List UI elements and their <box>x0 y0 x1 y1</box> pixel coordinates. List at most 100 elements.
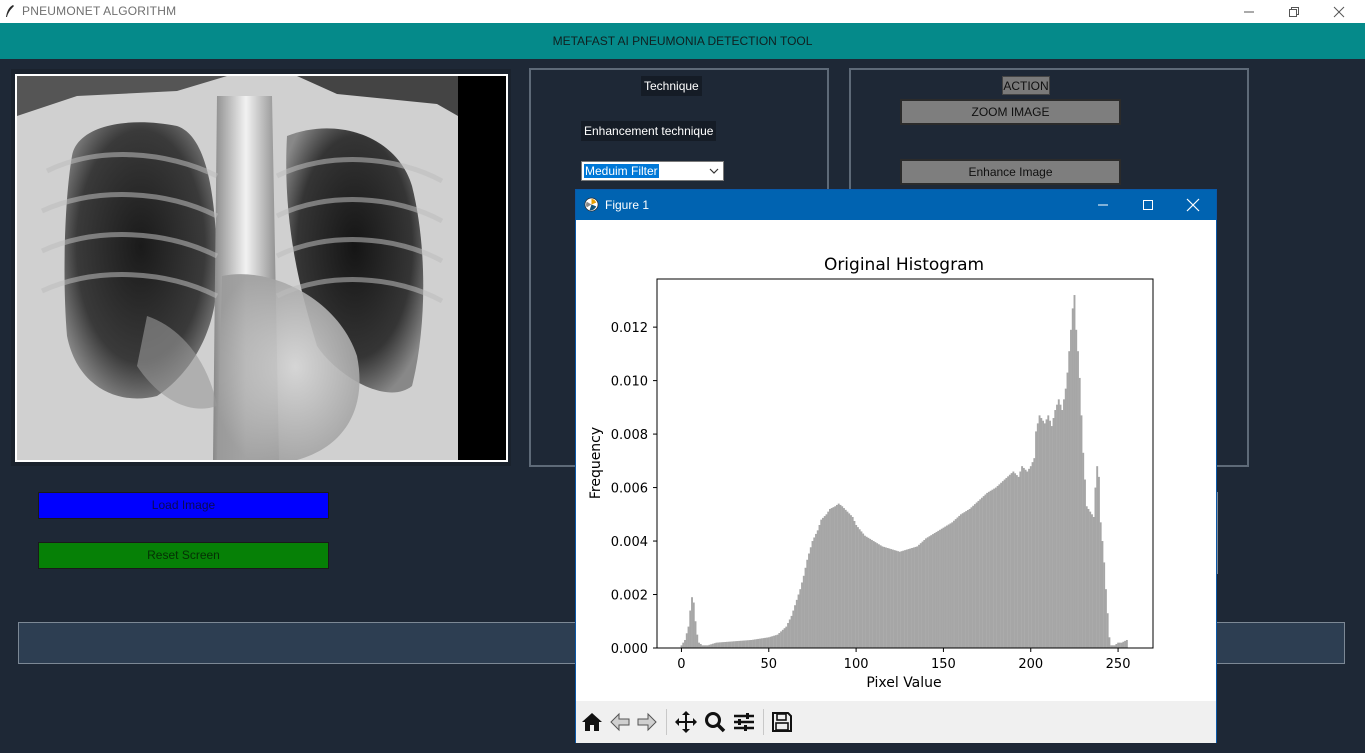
histogram-bar <box>1057 399 1060 648</box>
histogram-bar <box>694 621 697 648</box>
histogram-bar <box>809 547 812 648</box>
forward-arrow-icon[interactable] <box>635 710 659 734</box>
home-icon[interactable] <box>580 710 604 734</box>
histogram-bar <box>774 635 777 648</box>
histogram-bar <box>1077 351 1079 648</box>
save-icon[interactable] <box>770 710 794 734</box>
minimize-icon <box>1243 11 1254 12</box>
histogram-bar <box>897 551 900 648</box>
histogram-bar <box>973 504 976 648</box>
histogram-bar <box>884 547 887 648</box>
feather-app-icon <box>6 5 14 17</box>
histogram-bar <box>1075 329 1078 648</box>
histogram-bar <box>853 520 856 648</box>
histogram-bar <box>771 636 774 648</box>
histogram-bar <box>911 548 914 648</box>
histogram-bar <box>1087 508 1090 648</box>
histogram-bar <box>823 516 826 648</box>
histogram-bar <box>837 503 840 648</box>
histogram-bar <box>856 527 859 648</box>
histogram-bar <box>972 505 975 648</box>
histogram-bar <box>820 519 823 648</box>
zoom-image-button[interactable]: ZOOM IMAGE <box>900 99 1121 125</box>
histogram-bar <box>1108 637 1111 648</box>
figure-minimize-button[interactable] <box>1080 190 1125 220</box>
histogram-bar <box>925 538 927 648</box>
histogram-bar <box>946 525 948 648</box>
matplotlib-icon <box>584 197 599 212</box>
histogram-bar <box>713 643 716 648</box>
histogram-bar <box>776 634 779 648</box>
figure-maximize-button[interactable] <box>1125 190 1170 220</box>
histogram-bar <box>932 534 934 648</box>
histogram-bar <box>712 643 714 648</box>
histogram-bar <box>1085 506 1088 648</box>
histogram-bar <box>753 639 756 648</box>
histogram-bar <box>904 550 907 648</box>
histogram-bar <box>923 539 926 648</box>
enhancement-technique-select[interactable]: Meduim Filter <box>581 161 724 181</box>
configure-subplots-icon[interactable] <box>732 710 756 734</box>
histogram-bar <box>783 628 786 648</box>
histogram-bar <box>1010 473 1013 648</box>
back-arrow-icon[interactable] <box>608 710 632 734</box>
histogram-bar <box>825 514 828 648</box>
histogram-bar <box>1059 404 1062 648</box>
zoom-icon[interactable] <box>703 710 727 734</box>
reset-screen-button[interactable]: Reset Screen <box>38 542 329 569</box>
histogram-bar <box>960 514 962 648</box>
histogram-bar <box>731 641 734 648</box>
histogram-bar <box>1080 415 1083 648</box>
histogram-bar <box>1045 419 1048 648</box>
histogram-bar <box>902 550 905 648</box>
load-image-button[interactable]: Load Image <box>38 492 329 519</box>
histogram-bar <box>794 605 796 648</box>
pan-icon[interactable] <box>674 710 698 734</box>
histogram-bar <box>804 567 807 648</box>
histogram-bar <box>965 511 968 648</box>
histogram-bar <box>855 525 858 648</box>
histogram-bar <box>760 638 763 648</box>
histogram-bar <box>1084 479 1086 648</box>
histogram-bars <box>680 295 1128 648</box>
histogram-bar <box>898 551 901 648</box>
histogram-bar <box>802 575 805 648</box>
histogram-bar <box>867 537 870 648</box>
histogram-bar <box>1104 589 1107 648</box>
histogram-bar <box>795 599 798 648</box>
histogram-bar <box>836 504 838 648</box>
minimize-button[interactable] <box>1226 0 1271 23</box>
figure-close-button[interactable] <box>1170 190 1215 220</box>
histogram-bar <box>1061 410 1064 648</box>
histogram-bar <box>687 626 690 648</box>
histogram-bar <box>909 548 912 648</box>
app-header: METAFAST AI PNEUMONIA DETECTION TOOL <box>0 23 1365 59</box>
x-tick-label: 150 <box>931 657 956 672</box>
histogram-bar <box>830 508 833 648</box>
histogram-bar <box>954 519 957 648</box>
histogram-bar <box>843 508 845 648</box>
histogram-bar <box>982 496 985 648</box>
enhance-image-button[interactable]: Enhance Image <box>900 159 1121 185</box>
histogram-bar <box>834 506 837 648</box>
histogram-bar <box>1066 372 1069 648</box>
histogram-bar <box>1115 643 1118 648</box>
histogram-bar <box>1043 423 1046 648</box>
histogram-bar <box>682 642 685 648</box>
histogram-bar <box>1015 475 1018 648</box>
histogram-bar <box>767 637 770 648</box>
histogram-bar <box>935 531 938 648</box>
histogram-bar <box>743 640 746 648</box>
x-tick-label: 0 <box>677 657 685 672</box>
restore-button[interactable] <box>1271 0 1316 23</box>
histogram-bar <box>741 640 744 648</box>
histogram-bar <box>699 643 702 648</box>
close-button[interactable] <box>1316 0 1361 23</box>
histogram-bar <box>939 529 941 648</box>
x-axis-label: Pixel Value <box>866 675 941 691</box>
x-tick-label: 50 <box>761 657 778 672</box>
histogram-bar <box>1040 418 1043 648</box>
histogram-bar <box>869 538 872 648</box>
close-icon <box>1186 198 1199 212</box>
histogram-bar <box>1096 466 1099 648</box>
